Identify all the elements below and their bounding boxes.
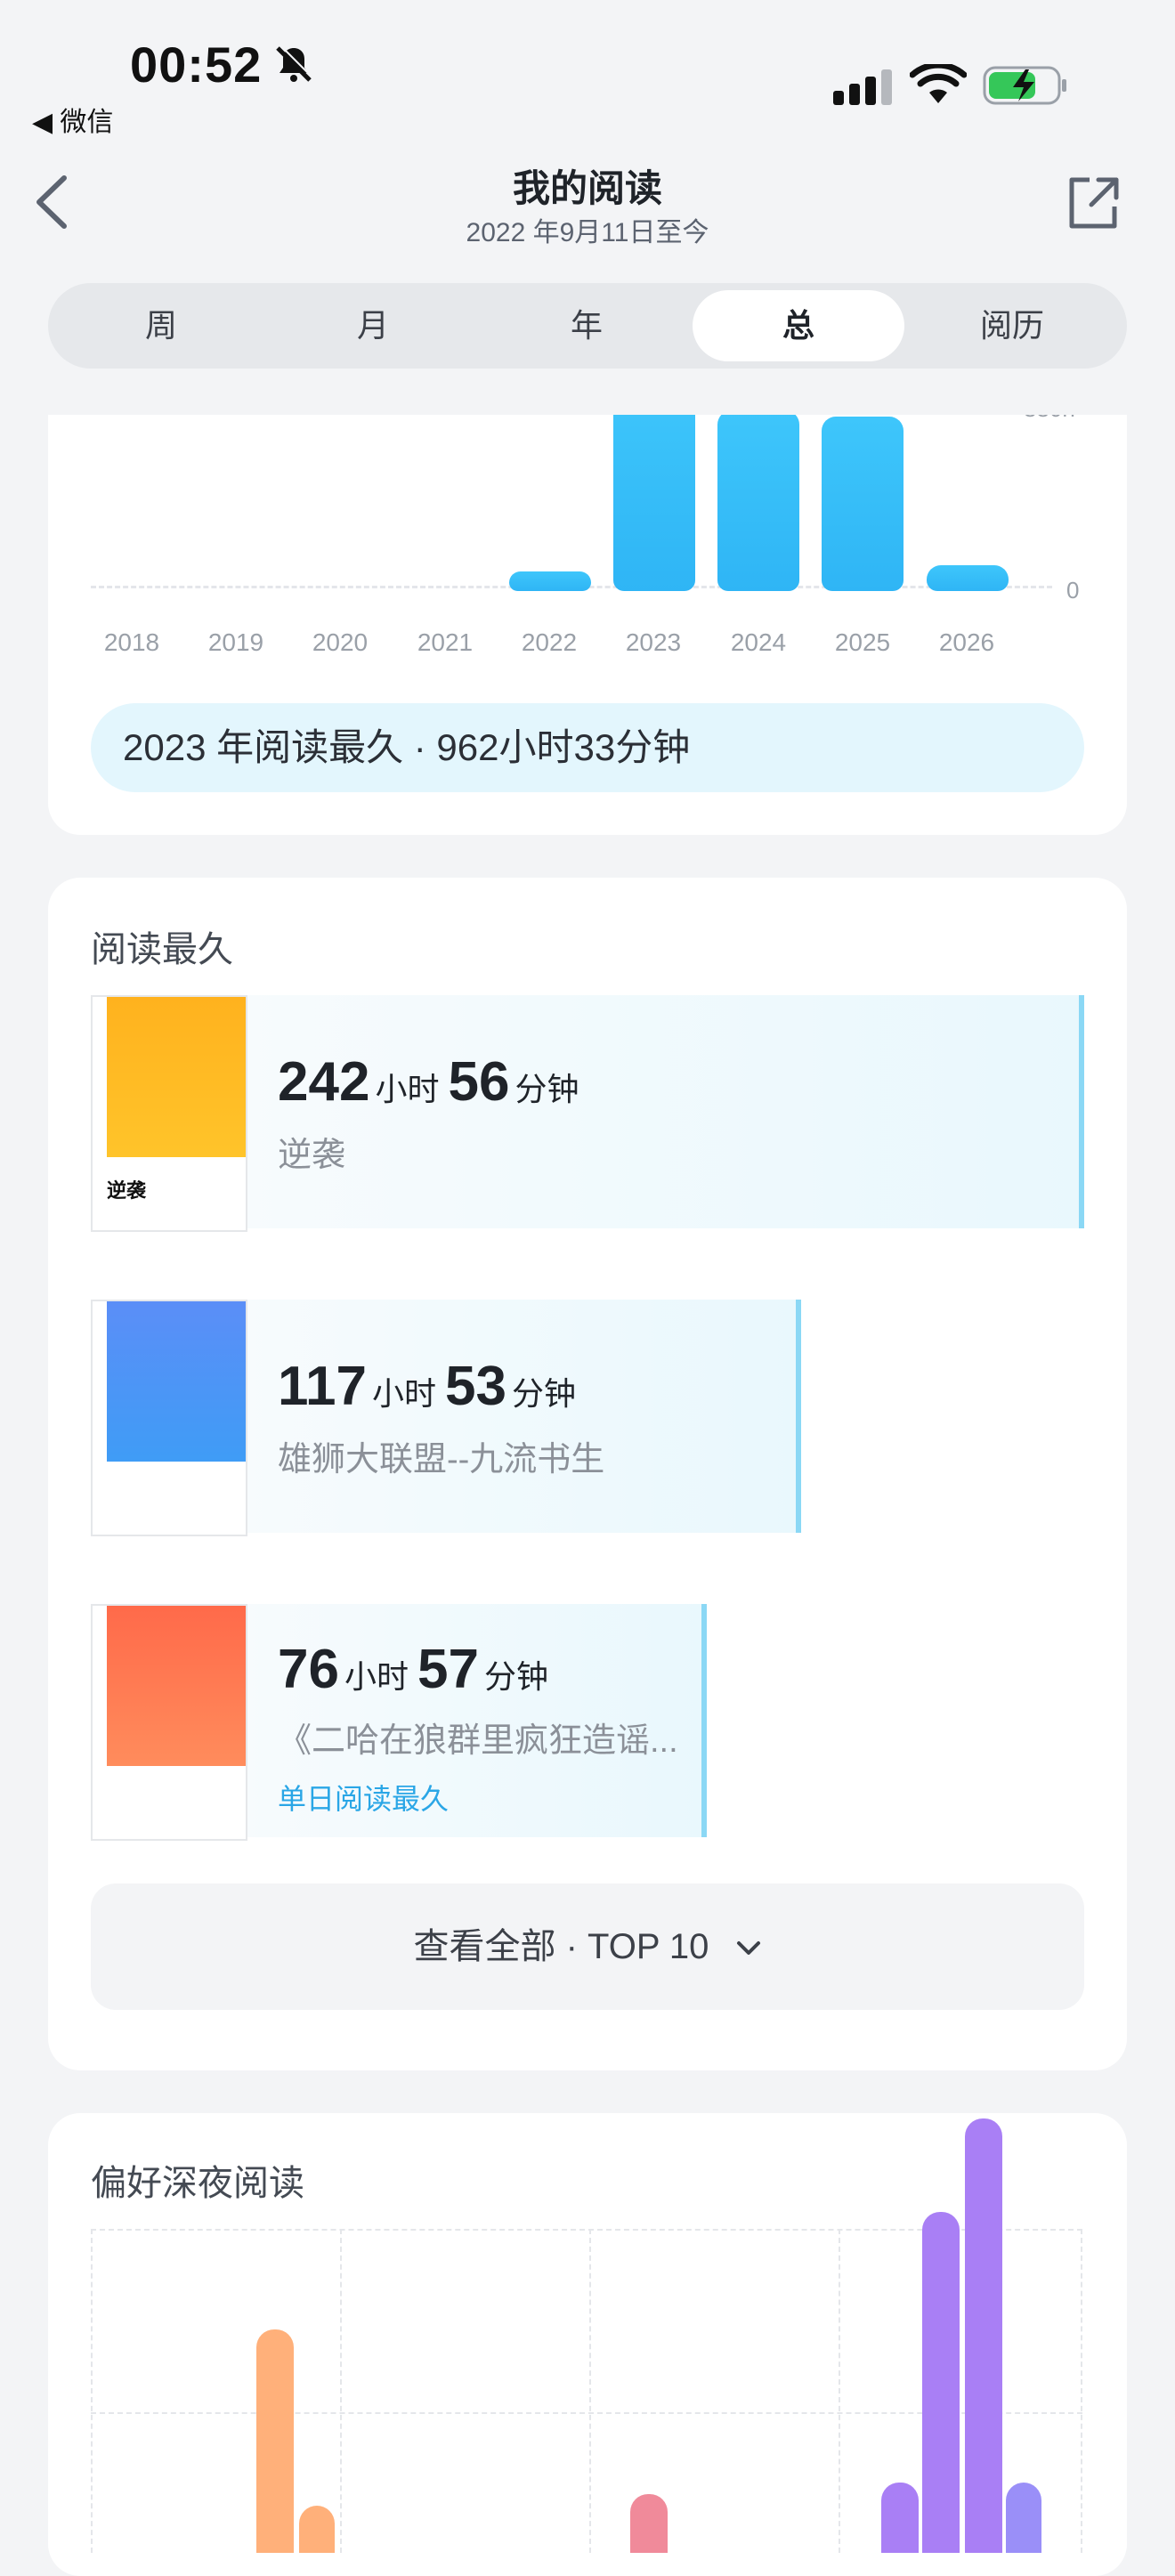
cover-art [107,1606,246,1766]
year-bar-2022[interactable] [508,571,591,591]
minutes-unit: 分钟 [512,1375,577,1412]
year-bar-2023[interactable] [613,386,695,591]
book-cover[interactable]: 逆袭 [91,995,247,1232]
single-day-longest-tag: 单日阅读最久 [278,1783,450,1815]
cover-art [107,1301,246,1462]
tab-month[interactable]: 月 [267,290,479,361]
x-tick: 2023 [625,628,682,656]
book-duration: 76 小时 57 分钟 [278,1638,557,1701]
x-tick: 2018 [103,628,160,656]
night-bar-4 [881,2482,919,2553]
book-duration: 242 小时 56 分钟 [278,1050,588,1114]
minutes-unit: 分钟 [515,1071,579,1107]
y-tick-zero: 0 [1066,577,1080,603]
x-tick: 2021 [417,628,474,656]
back-to-wechat[interactable]: ◀ 微信 [32,100,113,139]
year-bar-2026[interactable] [926,565,1009,591]
cover-label: 逆袭 [107,1179,147,1202]
share-icon[interactable] [1065,174,1122,231]
x-tick: 2024 [730,628,787,656]
grid-line [91,2229,93,2553]
section-title-longest: 阅读最久 [91,930,233,969]
grid-line [340,2229,342,2553]
night-bar-5 [922,2212,960,2553]
night-bar-2 [299,2506,335,2553]
x-tick: 2020 [312,628,369,656]
hours-value: 76 [278,1639,339,1700]
x-tick: 2025 [834,628,891,656]
tab-year[interactable]: 年 [481,290,693,361]
hours-value: 117 [278,1356,368,1417]
section-title-night: 偏好深夜阅读 [91,2164,304,2203]
minutes-value: 56 [448,1051,510,1113]
x-tick: 2022 [521,628,578,656]
hours-unit: 小时 [344,1658,409,1695]
minutes-unit: 分钟 [483,1658,548,1695]
night-bar-1 [256,2329,294,2553]
book-cover[interactable] [91,1300,247,1536]
hours-unit: 小时 [375,1071,440,1107]
book-cover[interactable] [91,1604,247,1841]
tab-week[interactable]: 周 [55,290,267,361]
minutes-value: 53 [445,1356,507,1417]
cover-art [107,997,246,1157]
hours-value: 242 [278,1051,370,1113]
view-all-top10-button[interactable]: 查看全部 · TOP 10 [91,1883,1084,2010]
period-tabs: 周 月 年 总 阅历 [48,283,1127,369]
tab-total[interactable]: 总 [693,290,904,361]
night-bar-7 [1006,2482,1041,2553]
book-title: 逆袭 [278,1137,346,1174]
page-subtitle: 2022 年9月11日至今 [466,218,709,247]
grid-line [1081,2229,1082,2553]
grid-line [839,2229,840,2553]
x-tick: 2019 [207,628,264,656]
view-all-label: 查看全部 · TOP 10 [413,1927,709,1966]
tab-history[interactable]: 阅历 [906,290,1118,361]
bell-slash-icon [276,45,313,82]
signal-icon [833,69,892,105]
chevron-down-icon [736,1941,760,1956]
book-title: 雄狮大联盟--九流书生 [278,1441,605,1478]
battery-charging-icon [983,66,1066,105]
year-bar-2025[interactable] [822,417,904,591]
book-duration: 117 小时 53 分钟 [278,1355,585,1418]
highlight-pill: 2023 年阅读最久 · 962小时33分钟 [91,703,1084,792]
night-bar-3 [630,2494,668,2553]
minutes-value: 57 [417,1639,479,1700]
hours-unit: 小时 [372,1375,437,1412]
highlight-text: 2023 年阅读最久 · 962小时33分钟 [123,726,691,768]
night-bar-6 [965,2118,1002,2553]
status-time: 00:52 [130,36,263,93]
year-bar-2024[interactable] [717,410,800,591]
x-tick: 2026 [938,628,995,656]
wifi-icon [910,64,967,103]
book-title: 《二哈在狼群里疯狂造谣... [278,1722,678,1760]
scroll-mask [0,383,1175,415]
grid-line [589,2229,591,2553]
page-title: 我的阅读 [512,167,662,209]
